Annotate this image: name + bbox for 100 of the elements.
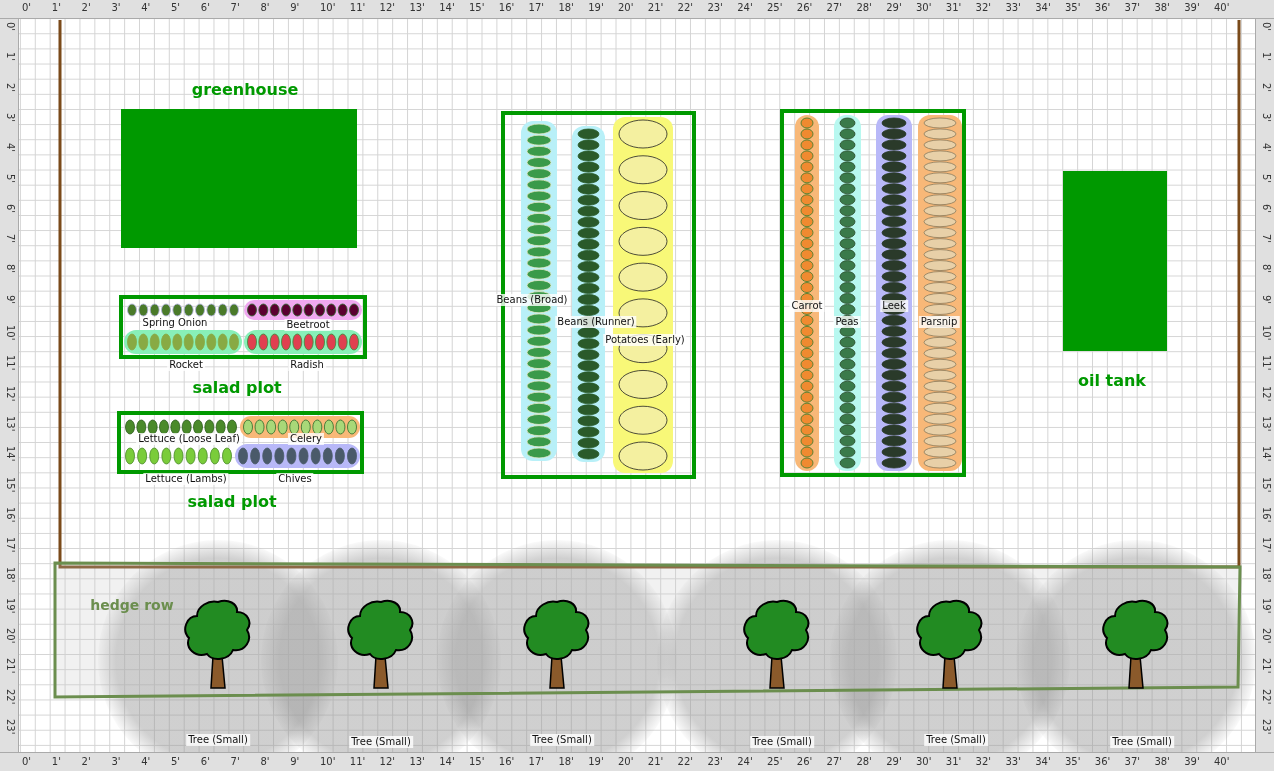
ruler-label: 39' xyxy=(1184,757,1200,767)
tree-label: Tree (Small) xyxy=(750,736,814,748)
ruler-label: 4' xyxy=(5,143,15,153)
ruler-label: 6' xyxy=(200,757,210,767)
ruler-label: 21' xyxy=(5,658,15,674)
ruler-label: 8' xyxy=(260,3,270,13)
ruler-label: 14' xyxy=(5,446,15,462)
ruler-label: 37' xyxy=(1124,3,1141,13)
ruler-label: 34' xyxy=(1035,3,1051,13)
ruler-label: 16' xyxy=(5,506,15,523)
ruler-label: 17' xyxy=(528,757,545,767)
plant-label: Celery xyxy=(287,433,325,445)
ruler-label: 3' xyxy=(5,112,15,122)
plant-label: Lettuce (Loose Leaf) xyxy=(136,433,242,445)
ruler-label: 8' xyxy=(260,757,270,767)
plant-label: Radish xyxy=(288,359,326,371)
ruler-label: 22' xyxy=(677,757,694,767)
ruler-label: 36' xyxy=(1094,757,1111,767)
ruler-label: 32' xyxy=(975,3,992,13)
ruler-label: 4' xyxy=(1261,143,1271,153)
bed-label: salad plot xyxy=(192,377,282,397)
ruler-label: 19' xyxy=(588,3,604,13)
tree-icon[interactable] xyxy=(915,598,985,692)
ruler-label: 18' xyxy=(5,567,15,583)
ruler-label: 19' xyxy=(588,757,604,767)
ruler-label: 33' xyxy=(1005,757,1021,767)
ruler-label: 16' xyxy=(1261,506,1271,523)
plant-label: Potatoes (Early) xyxy=(603,334,687,346)
ruler-label: 3' xyxy=(1261,112,1271,122)
ruler-label: 10' xyxy=(5,325,15,341)
ruler-label: 21' xyxy=(647,3,664,13)
ruler-label: 20' xyxy=(5,628,15,644)
plant-label: Lettuce (Lambs) xyxy=(143,473,229,485)
ruler-label: 15' xyxy=(469,757,485,767)
ruler-label: 13' xyxy=(409,757,425,767)
ruler-label: 13' xyxy=(5,415,15,432)
ruler-label: 16' xyxy=(498,3,515,13)
ruler-label: 3' xyxy=(111,757,121,767)
ruler-label: 7' xyxy=(230,3,240,13)
ruler-label: 1' xyxy=(51,3,61,13)
ruler-label: 22' xyxy=(1261,688,1271,705)
ruler-label: 7' xyxy=(230,757,240,767)
ruler-label: 14' xyxy=(1261,446,1271,462)
tree-label: Tree (Small) xyxy=(186,734,250,746)
ruler-label: 28' xyxy=(856,3,872,13)
ruler-label: 6' xyxy=(1261,203,1271,213)
ruler-label: 12' xyxy=(1261,385,1271,402)
ruler-label: 2' xyxy=(1261,82,1271,92)
ruler-label: 10' xyxy=(320,757,336,767)
ruler-label: 24' xyxy=(737,3,753,13)
ruler-label: 35' xyxy=(1065,3,1081,13)
tree-label: Tree (Small) xyxy=(530,734,594,746)
ruler-label: 26' xyxy=(796,757,813,767)
tree-label: Tree (Small) xyxy=(1110,736,1174,748)
ruler-label: 30' xyxy=(916,757,932,767)
ruler-label: 1' xyxy=(51,757,61,767)
ruler-label: 21' xyxy=(1261,658,1271,674)
ruler-label: 20' xyxy=(618,757,634,767)
ruler-label: 9' xyxy=(5,294,15,304)
garden-bed[interactable] xyxy=(117,411,364,474)
plant-label: Parsnip xyxy=(918,316,960,328)
ruler-label: 27' xyxy=(826,757,843,767)
tree-icon[interactable] xyxy=(522,598,592,692)
hedge-row-label: hedge row xyxy=(90,597,174,613)
ruler-label: 16' xyxy=(498,757,515,767)
ruler-label: 12' xyxy=(379,3,396,13)
garden-bed[interactable] xyxy=(780,109,966,477)
ruler-label: 22' xyxy=(677,3,694,13)
garden-bed[interactable] xyxy=(119,295,367,359)
ruler-label: 0' xyxy=(22,3,32,13)
ruler-label: 23' xyxy=(707,3,723,13)
plant-label: Beetroot xyxy=(284,319,332,331)
ruler-label: 9' xyxy=(1261,294,1271,304)
ruler-label: 3' xyxy=(111,3,121,13)
ruler-label: 30' xyxy=(916,3,932,13)
ruler-label: 20' xyxy=(1261,628,1271,644)
ruler-label: 26' xyxy=(796,3,813,13)
tree-icon[interactable] xyxy=(1101,598,1171,692)
ruler-label: 18' xyxy=(558,3,574,13)
tree-icon[interactable] xyxy=(742,598,812,692)
ruler-label: 29' xyxy=(886,757,902,767)
ruler-label: 38' xyxy=(1154,3,1170,13)
ruler-label: 13' xyxy=(1261,415,1271,432)
ruler-label: 2' xyxy=(81,757,91,767)
ruler-label: 19' xyxy=(5,597,15,614)
ruler-label: 34' xyxy=(1035,757,1051,767)
ruler-label: 39' xyxy=(1184,3,1200,13)
tree-label: Tree (Small) xyxy=(349,736,413,748)
ruler-label: 20' xyxy=(618,3,634,13)
tree-icon[interactable] xyxy=(183,598,253,692)
ruler-label: 23' xyxy=(5,718,15,735)
ruler-label: 6' xyxy=(200,3,210,13)
ruler-label: 7' xyxy=(5,234,15,244)
ruler-label: 5' xyxy=(171,3,181,13)
ruler-label: 4' xyxy=(141,3,151,13)
ruler-label: 40' xyxy=(1214,757,1230,767)
ruler-label: 17' xyxy=(528,3,545,13)
tree-icon[interactable] xyxy=(346,598,416,692)
plant-label: Carrot xyxy=(789,300,825,312)
ruler-label: 23' xyxy=(1261,718,1271,735)
